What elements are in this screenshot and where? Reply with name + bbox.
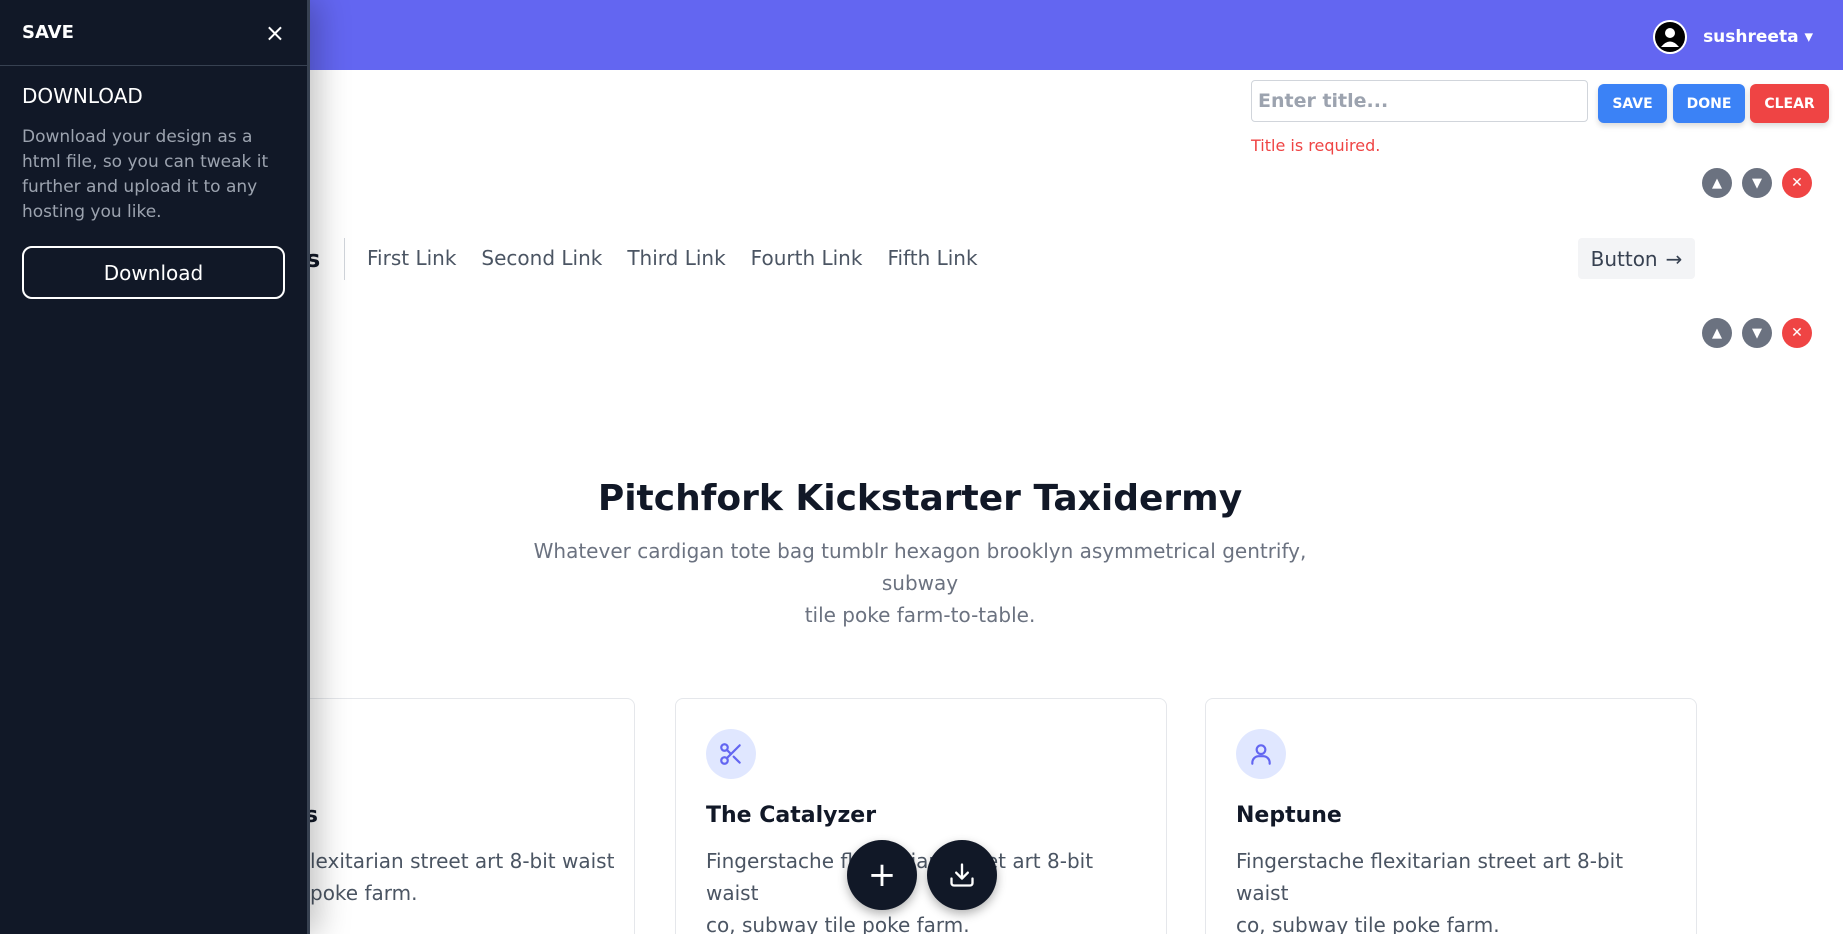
sidebar-title: SAVE [22, 22, 74, 43]
section-controls-nav: ▲ ▼ ✕ [1702, 168, 1812, 198]
nav-button[interactable]: Button → [1578, 238, 1695, 279]
download-icon [950, 863, 974, 887]
add-section-button[interactable]: + [847, 840, 917, 910]
username[interactable]: sushreeta ▾ [1703, 27, 1813, 47]
feature-card: The Catalyzer Fingerstache flexitarian s… [675, 698, 1167, 934]
move-up-button[interactable]: ▲ [1702, 168, 1732, 198]
sidebar-description: Download your design as a html file, so … [22, 127, 269, 222]
move-down-button[interactable]: ▼ [1742, 318, 1772, 348]
move-up-button[interactable]: ▲ [1702, 318, 1732, 348]
nav-link-third[interactable]: Third Link [627, 246, 725, 270]
card-text-line1: Fingerstache flexitarian street art 8-bi… [706, 849, 1094, 905]
nav-link-fifth[interactable]: Fifth Link [887, 246, 977, 270]
nav-link-first[interactable]: First Link [367, 246, 456, 270]
card-text-line2: co, subway tile poke farm. [1236, 913, 1500, 934]
user-menu[interactable]: sushreeta ▾ [1653, 20, 1813, 54]
sidebar-section-title: DOWNLOAD [22, 84, 143, 108]
remove-section-button[interactable]: ✕ [1782, 318, 1812, 348]
remove-section-button[interactable]: ✕ [1782, 168, 1812, 198]
arrow-right-icon: → [1665, 246, 1683, 271]
card-text-line2: poke farm. [310, 881, 418, 905]
hero-subtitle-line1: Whatever cardigan tote bag tumblr hexago… [533, 539, 1307, 595]
section-controls-hero: ▲ ▼ ✕ [1702, 318, 1812, 348]
nav-links: First Link Second Link Third Link Fourth… [367, 246, 978, 270]
download-button[interactable]: Download [22, 246, 285, 299]
card-text-line2: co, subway tile poke farm. [706, 913, 970, 934]
card-text-line1: lexitarian street art 8-bit waist [310, 849, 615, 873]
user-icon [1236, 729, 1286, 779]
download-fab-button[interactable] [927, 840, 997, 910]
clear-button[interactable]: CLEAR [1750, 84, 1829, 123]
nav-divider [344, 238, 345, 280]
user-icon [1653, 20, 1688, 54]
save-sidebar: SAVE × DOWNLOAD Download your design as … [0, 0, 310, 934]
card-text-line1: Fingerstache flexitarian street art 8-bi… [1236, 849, 1624, 905]
title-input[interactable] [1251, 80, 1588, 122]
card-text: Fingerstache flexitarian street art 8-bi… [706, 845, 1146, 934]
move-down-button[interactable]: ▼ [1742, 168, 1772, 198]
hero-subtitle: Whatever cardigan tote bag tumblr hexago… [520, 535, 1320, 631]
nav-button-label: Button [1590, 246, 1658, 271]
nav-link-fourth[interactable]: Fourth Link [751, 246, 863, 270]
done-button[interactable]: DONE [1673, 84, 1745, 123]
close-icon[interactable]: × [265, 21, 285, 45]
title-error: Title is required. [1251, 136, 1381, 155]
card-text: Fingerstache flexitarian street art 8-bi… [1236, 845, 1676, 934]
nav-link-second[interactable]: Second Link [481, 246, 602, 270]
card-title: Neptune [1236, 803, 1342, 828]
hero-subtitle-line2: tile poke farm-to-table. [804, 603, 1036, 627]
feature-card: Neptune Fingerstache flexitarian street … [1205, 698, 1697, 934]
sidebar-header: SAVE × [0, 0, 307, 66]
save-button[interactable]: SAVE [1598, 84, 1667, 123]
card-text: lexitarian street art 8-bit waist poke f… [310, 845, 630, 909]
hero-title: Pitchfork Kickstarter Taxidermy [597, 478, 1243, 519]
card-title: The Catalyzer [706, 803, 877, 828]
scissors-icon [706, 729, 756, 779]
